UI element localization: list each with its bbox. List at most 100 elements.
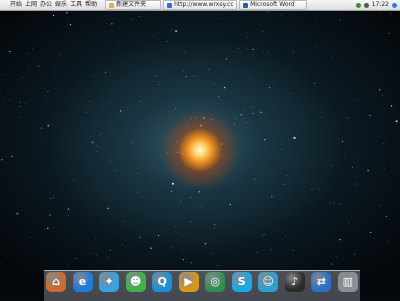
star	[332, 57, 333, 58]
star	[125, 221, 126, 222]
globe-icon[interactable]: ◎	[205, 272, 225, 292]
task-folder-label: 新建文件夹	[116, 1, 146, 9]
volume-icon[interactable]	[364, 3, 369, 8]
star	[159, 84, 160, 85]
star	[211, 120, 212, 121]
star	[5, 74, 6, 75]
compass-icon[interactable]: ✦	[99, 272, 119, 292]
star	[208, 69, 209, 70]
star	[28, 68, 29, 69]
task-folder[interactable]: 新建文件夹	[105, 0, 161, 10]
menu-office[interactable]: 办公	[40, 0, 52, 10]
star	[49, 215, 50, 216]
star	[383, 143, 384, 144]
star	[290, 94, 291, 95]
star	[252, 107, 253, 108]
star	[354, 254, 355, 255]
star	[180, 201, 181, 202]
star	[382, 95, 383, 96]
star	[175, 30, 177, 32]
star	[97, 145, 98, 146]
star	[22, 77, 23, 78]
star	[95, 238, 96, 239]
star	[68, 264, 69, 265]
star	[389, 57, 390, 58]
star	[260, 112, 261, 113]
star	[25, 103, 26, 104]
star	[191, 222, 192, 223]
star	[41, 128, 42, 129]
star	[264, 234, 265, 235]
star	[244, 110, 245, 111]
star	[339, 204, 340, 205]
star	[139, 16, 140, 17]
star	[336, 256, 337, 257]
star	[183, 259, 184, 260]
desktop-wallpaper	[0, 0, 400, 300]
menu-entertainment[interactable]: 娱乐	[55, 0, 67, 10]
star	[90, 156, 91, 157]
star	[321, 117, 322, 118]
star	[74, 89, 75, 90]
star	[234, 181, 235, 182]
buddies-icon[interactable]: ☻	[126, 272, 146, 292]
menu-help[interactable]: 帮助	[85, 0, 97, 10]
star	[108, 258, 109, 259]
star	[182, 153, 183, 154]
star	[390, 263, 391, 264]
task-browser[interactable]: http://www.wrxsy.com	[163, 0, 237, 10]
star	[257, 252, 258, 253]
star	[249, 34, 250, 35]
star	[222, 157, 223, 158]
star	[122, 244, 123, 245]
task-word[interactable]: Microsoft Word	[239, 0, 307, 10]
star	[55, 78, 56, 79]
menu-tools[interactable]: 工具	[70, 0, 82, 10]
play-icon[interactable]: ▶	[179, 272, 199, 292]
star	[96, 151, 97, 152]
star	[221, 18, 222, 19]
star	[286, 175, 287, 176]
star	[391, 105, 392, 106]
star	[330, 202, 331, 203]
penguin-icon[interactable]: Q	[152, 272, 172, 292]
star	[110, 102, 111, 103]
star	[269, 87, 270, 88]
star	[38, 66, 39, 67]
star	[47, 228, 48, 229]
star	[238, 48, 239, 49]
search-icon[interactable]	[392, 3, 397, 8]
star	[391, 13, 392, 14]
star	[379, 89, 380, 90]
menu-start[interactable]: 开始	[10, 0, 22, 10]
star	[185, 52, 186, 53]
star	[32, 48, 33, 49]
star	[253, 113, 254, 114]
star	[194, 76, 195, 77]
star	[53, 197, 54, 198]
star	[177, 141, 178, 142]
star	[284, 184, 285, 185]
star	[11, 156, 12, 157]
chat-icon[interactable]: ☺	[258, 272, 278, 292]
star	[214, 228, 215, 229]
star	[347, 118, 348, 119]
star	[89, 101, 90, 102]
clock[interactable]: 17:22	[372, 0, 389, 10]
star	[171, 191, 172, 192]
star	[264, 139, 265, 140]
network-status-icon[interactable]	[356, 3, 361, 8]
home-icon[interactable]: ⌂	[46, 272, 66, 292]
star	[59, 55, 60, 56]
task-word-label: Microsoft Word	[250, 1, 295, 9]
network-icon[interactable]: ⇄	[311, 272, 331, 292]
trash-icon[interactable]: ▥	[338, 272, 358, 292]
star	[221, 143, 222, 144]
star	[263, 235, 264, 236]
ie-icon[interactable]: e	[73, 272, 93, 292]
menu-internet[interactable]: 上网	[25, 0, 37, 10]
taskbar-buttons: 新建文件夹 http://www.wrxsy.com Microsoft Wor…	[105, 0, 307, 10]
star	[31, 237, 32, 238]
music-icon[interactable]: ♪	[285, 272, 305, 292]
skype-icon[interactable]: S	[232, 272, 252, 292]
